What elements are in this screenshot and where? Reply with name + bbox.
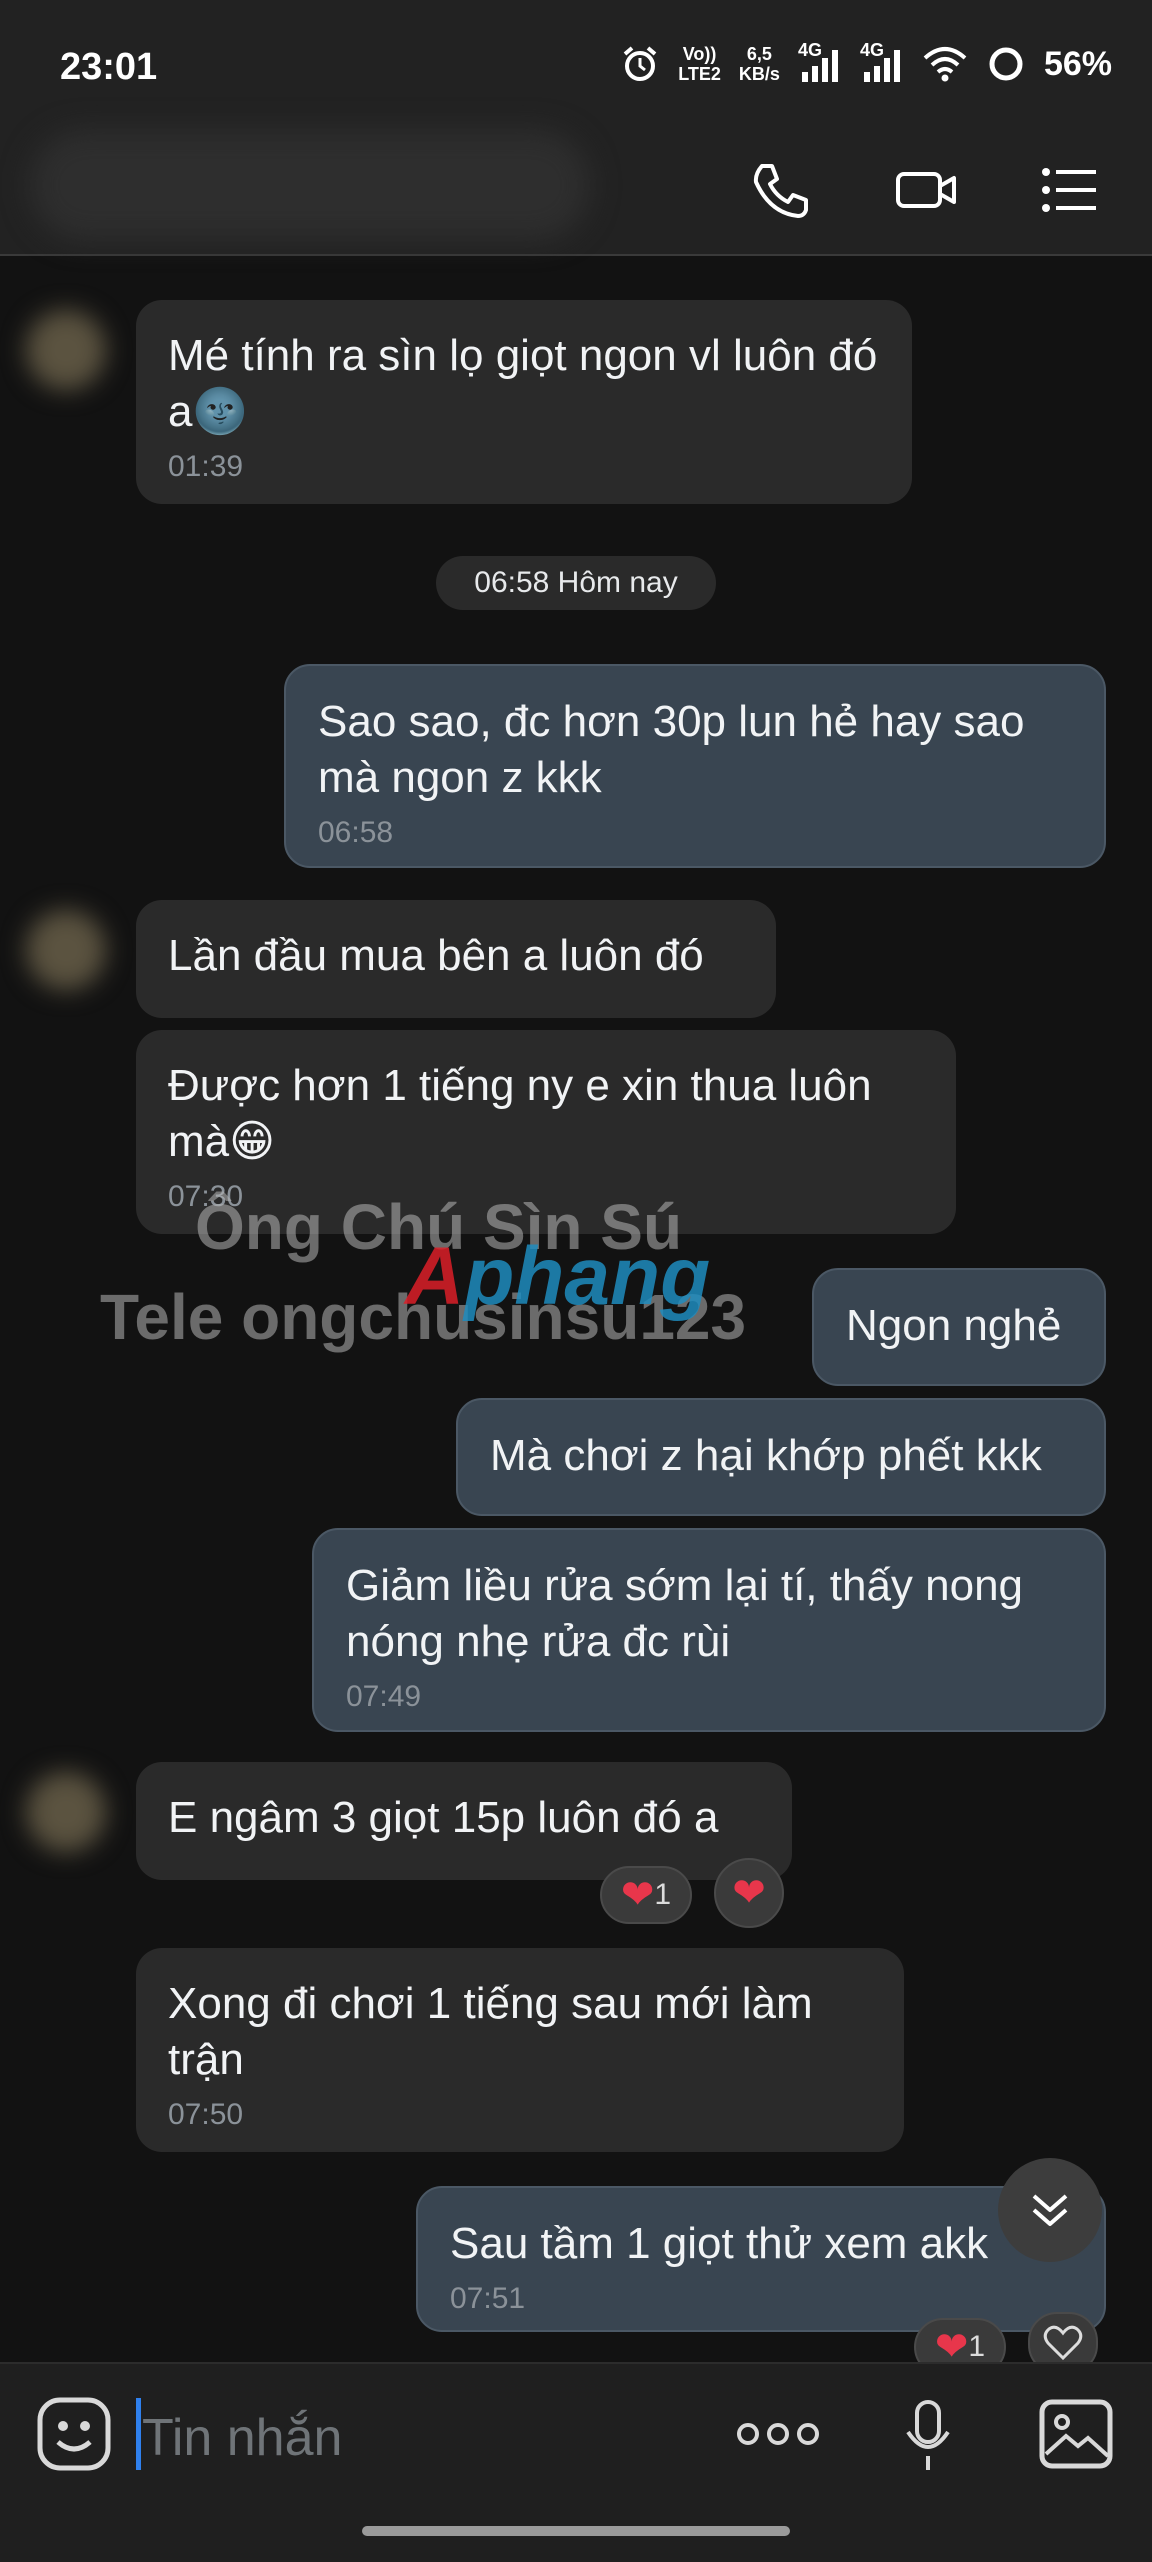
message-time: 01:39	[168, 450, 244, 483]
heart-icon: ❤	[934, 2325, 969, 2369]
message-bubble-incoming[interactable]: Xong đi chơi 1 tiếng sau mới làm trận 07…	[136, 1948, 904, 2152]
message-text: Được hơn 1 tiếng ny e xin thua luôn mà😁	[168, 1061, 872, 1166]
heart-outline-icon	[1043, 2325, 1083, 2361]
avatar[interactable]	[26, 1772, 106, 1852]
status-icons: Vo)) LTE2 6,5 KB/s 4G 4G 56%	[620, 40, 1112, 84]
message-text: Sau tầm 1 giọt thử xem akk	[450, 2219, 989, 2268]
message-bubble-outgoing[interactable]: Ngon nghẻ	[812, 1268, 1106, 1386]
message-time: 07:49	[346, 1680, 422, 1713]
microphone-icon[interactable]	[904, 2398, 952, 2474]
more-icon[interactable]	[736, 2414, 820, 2454]
heart-icon: ❤	[732, 1871, 766, 1915]
react-button[interactable]: ❤	[714, 1858, 784, 1928]
message-bubble-outgoing[interactable]: Mà chơi z hại khớp phết kkk	[456, 1398, 1106, 1516]
message-text: Xong đi chơi 1 tiếng sau mới làm trận	[168, 1979, 813, 2084]
reaction-summary[interactable]: ❤ 1	[600, 1866, 692, 1924]
battery-percent: 56%	[1043, 44, 1112, 83]
signal-1: 4G	[798, 40, 842, 84]
volte-label: Vo))	[682, 44, 717, 64]
date-divider: 06:58 Hôm nay	[436, 556, 716, 610]
message-text: Lần đầu mua bên a luôn đó	[168, 931, 704, 980]
message-input[interactable]: Tin nhắn	[142, 2408, 702, 2478]
menu-icon[interactable]	[1038, 158, 1102, 222]
text-caret	[136, 2398, 141, 2470]
network-speed: 6,5 KB/s	[739, 44, 780, 84]
volte-indicator: Vo)) LTE2	[678, 44, 721, 84]
message-bubble-outgoing[interactable]: Sao sao, đc hơn 30p lun hẻ hay sao mà ng…	[284, 664, 1106, 868]
lte-label: LTE2	[678, 64, 721, 84]
message-bubble-incoming[interactable]: Mé tính ra sìn lọ giọt ngon vl luôn đó a…	[136, 300, 912, 504]
message-text: Mé tính ra sìn lọ giọt ngon vl luôn đó a…	[168, 331, 878, 436]
message-text: Mà chơi z hại khớp phết kkk	[490, 1431, 1042, 1480]
message-text: Ngon nghẻ	[846, 1301, 1062, 1350]
message-time: 06:58	[318, 816, 394, 849]
speed-unit: KB/s	[738, 64, 780, 84]
watermark-logo-a: A	[405, 1231, 465, 1322]
phone-icon[interactable]	[748, 158, 812, 222]
heart-icon: ❤	[620, 1873, 655, 1917]
alarm-icon	[623, 46, 657, 81]
scroll-to-bottom-button[interactable]	[998, 2158, 1102, 2262]
image-gallery-icon[interactable]	[1038, 2398, 1114, 2470]
speed-value: 6,5	[746, 44, 772, 64]
status-time: 23:01	[60, 46, 158, 88]
wifi-icon	[923, 47, 967, 82]
signal-2: 4G	[860, 40, 904, 84]
contact-info-blurred[interactable]	[30, 130, 590, 240]
reaction-count: 1	[654, 1878, 672, 1911]
home-indicator[interactable]	[362, 2526, 790, 2536]
message-text: Sao sao, đc hơn 30p lun hẻ hay sao mà ng…	[318, 697, 1025, 802]
message-time: 07:50	[168, 2098, 244, 2131]
message-text: Giảm liều rửa sớm lại tí, thấy nong nóng…	[346, 1561, 1024, 1666]
video-call-icon[interactable]	[894, 158, 958, 222]
double-chevron-down-icon	[1032, 2194, 1068, 2226]
signal-icon	[801, 50, 838, 82]
message-bubble-incoming[interactable]: E ngâm 3 giọt 15p luôn đó a	[136, 1762, 792, 1880]
signal-icon	[863, 50, 900, 82]
sticker-icon[interactable]	[36, 2396, 112, 2472]
watermark-logo: Aphang	[405, 1230, 710, 1324]
reaction-count: 1	[968, 2330, 986, 2363]
message-bubble-incoming[interactable]: Lần đầu mua bên a luôn đó	[136, 900, 776, 1018]
message-bubble-outgoing[interactable]: Giảm liều rửa sớm lại tí, thấy nong nóng…	[312, 1528, 1106, 1732]
watermark-logo-rest: phang	[464, 1231, 711, 1322]
message-time: 07:51	[450, 2282, 526, 2315]
battery-ring-icon	[989, 47, 1023, 81]
avatar[interactable]	[26, 310, 106, 390]
avatar[interactable]	[26, 910, 106, 990]
message-text: E ngâm 3 giọt 15p luôn đó a	[168, 1793, 719, 1842]
